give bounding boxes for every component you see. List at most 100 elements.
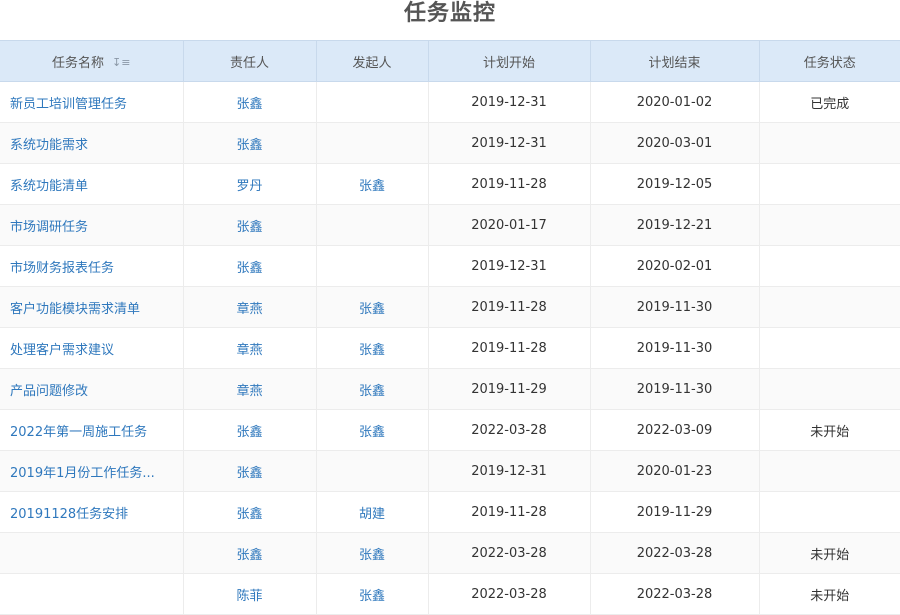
table-row[interactable]: 2019年1月份工作任务... 张鑫 2019-12-31 2020-01-23	[0, 450, 900, 492]
status-cell	[759, 286, 900, 328]
plan-end-cell: 2022-03-28	[590, 573, 760, 615]
table-row[interactable]: 新员工培训管理任务 张鑫 2019-12-31 2020-01-02 已完成	[0, 81, 900, 123]
table-row[interactable]: 处理客户需求建议 章燕 张鑫 2019-11-28 2019-11-30	[0, 327, 900, 369]
task-name-link[interactable]: 新员工培训管理任务	[0, 81, 184, 123]
owner-link[interactable]: 罗丹	[183, 163, 317, 205]
column-header-label: 计划开始	[482, 55, 535, 71]
column-header-task-name[interactable]: 任务名称 ↧≡	[0, 40, 184, 82]
plan-start-cell: 2022-03-28	[428, 573, 591, 615]
initiator-link[interactable]: 张鑫	[316, 532, 429, 574]
task-name-link[interactable]: 2019年1月份工作任务...	[0, 450, 184, 492]
page-title: 任务监控	[403, 1, 496, 26]
initiator-link[interactable]: 张鑫	[316, 163, 429, 205]
initiator-link[interactable]: 张鑫	[316, 409, 429, 451]
status-cell	[759, 491, 900, 533]
table-row[interactable]: 产品问题修改 章燕 张鑫 2019-11-29 2019-11-30	[0, 368, 900, 410]
table-header: 任务名称 ↧≡ 责任人 发起人 计划开始 计划结束 任务状态	[0, 40, 900, 82]
status-cell: 未开始	[759, 573, 900, 615]
owner-link[interactable]: 张鑫	[183, 122, 317, 164]
column-header-plan-end[interactable]: 计划结束	[590, 40, 760, 82]
status-cell	[759, 368, 900, 410]
status-cell: 未开始	[759, 532, 900, 574]
table-row[interactable]: 市场调研任务 张鑫 2020-01-17 2019-12-21	[0, 204, 900, 246]
status-cell	[759, 450, 900, 492]
task-name-link[interactable]: 系统功能需求	[0, 122, 184, 164]
owner-link[interactable]: 张鑫	[183, 532, 317, 574]
plan-end-cell: 2020-01-23	[590, 450, 760, 492]
table-row[interactable]: 2022年第一周施工任务 张鑫 张鑫 2022-03-28 2022-03-09 未开始	[0, 409, 900, 451]
task-name-link[interactable]: 市场调研任务	[0, 204, 184, 246]
owner-link[interactable]: 张鑫	[183, 81, 317, 123]
status-cell	[759, 122, 900, 164]
status-cell	[759, 245, 900, 287]
owner-link[interactable]: 张鑫	[183, 491, 317, 533]
initiator-link[interactable]: 张鑫	[316, 327, 429, 369]
task-name-link[interactable]: 系统功能清单	[0, 163, 184, 205]
plan-start-cell: 2020-01-17	[428, 204, 591, 246]
table-row[interactable]: 系统功能需求 张鑫 2019-12-31 2020-03-01	[0, 122, 900, 164]
initiator-link[interactable]: 张鑫	[316, 286, 429, 328]
table-row[interactable]: 20191128任务安排 张鑫 胡建 2019-11-28 2019-11-29	[0, 491, 900, 533]
owner-link[interactable]: 章燕	[183, 286, 317, 328]
task-name-link[interactable]	[0, 532, 184, 574]
plan-end-cell: 2019-11-30	[590, 368, 760, 410]
table-row[interactable]: 陈菲 张鑫 2022-03-28 2022-03-28 未开始	[0, 573, 900, 615]
task-name-link[interactable]: 产品问题修改	[0, 368, 184, 410]
plan-end-cell: 2020-01-02	[590, 81, 760, 123]
initiator-link[interactable]	[316, 81, 429, 123]
initiator-link[interactable]	[316, 122, 429, 164]
plan-start-cell: 2019-11-28	[428, 327, 591, 369]
plan-end-cell: 2019-11-30	[590, 327, 760, 369]
plan-end-cell: 2020-03-01	[590, 122, 760, 164]
table-row[interactable]: 市场财务报表任务 张鑫 2019-12-31 2020-02-01	[0, 245, 900, 287]
plan-start-cell: 2019-11-28	[428, 286, 591, 328]
owner-link[interactable]: 陈菲	[183, 573, 317, 615]
column-header-label: 计划结束	[648, 55, 701, 71]
initiator-link[interactable]	[316, 450, 429, 492]
owner-link[interactable]: 章燕	[183, 368, 317, 410]
header-row: 任务名称 ↧≡ 责任人 发起人 计划开始 计划结束 任务状态	[0, 40, 900, 82]
column-header-plan-start[interactable]: 计划开始	[428, 40, 591, 82]
column-header-owner[interactable]: 责任人	[183, 40, 317, 82]
task-name-link[interactable]: 处理客户需求建议	[0, 327, 184, 369]
table-row[interactable]: 客户功能模块需求清单 章燕 张鑫 2019-11-28 2019-11-30	[0, 286, 900, 328]
task-table: 任务名称 ↧≡ 责任人 发起人 计划开始 计划结束 任务状态 新员工培训管理任务张…	[0, 40, 900, 615]
status-cell: 未开始	[759, 409, 900, 451]
plan-end-cell: 2022-03-09	[590, 409, 760, 451]
initiator-link[interactable]: 张鑫	[316, 368, 429, 410]
column-header-status[interactable]: 任务状态	[759, 40, 900, 82]
plan-start-cell: 2022-03-28	[428, 532, 591, 574]
plan-start-cell: 2022-03-28	[428, 409, 591, 451]
task-name-link[interactable]: 20191128任务安排	[0, 491, 184, 533]
table-row[interactable]: 张鑫 张鑫 2022-03-28 2022-03-28 未开始	[0, 532, 900, 574]
owner-link[interactable]: 张鑫	[183, 450, 317, 492]
owner-link[interactable]: 张鑫	[183, 204, 317, 246]
task-name-link[interactable]: 2022年第一周施工任务	[0, 409, 184, 451]
task-name-link[interactable]	[0, 573, 184, 615]
initiator-link[interactable]: 胡建	[316, 491, 429, 533]
status-cell	[759, 163, 900, 205]
owner-link[interactable]: 章燕	[183, 327, 317, 369]
column-header-initiator[interactable]: 发起人	[316, 40, 429, 82]
task-name-link[interactable]: 客户功能模块需求清单	[0, 286, 184, 328]
plan-start-cell: 2019-11-28	[428, 491, 591, 533]
sort-descending-icon[interactable]: ↧≡	[112, 56, 130, 69]
initiator-link[interactable]: 张鑫	[316, 573, 429, 615]
plan-start-cell: 2019-12-31	[428, 450, 591, 492]
plan-start-cell: 2019-11-28	[428, 163, 591, 205]
owner-link[interactable]: 张鑫	[183, 409, 317, 451]
column-header-label: 责任人	[229, 55, 269, 71]
owner-link[interactable]: 张鑫	[183, 245, 317, 287]
column-header-label: 任务名称	[52, 55, 105, 71]
status-cell	[759, 204, 900, 246]
column-header-label: 发起人	[352, 55, 392, 71]
plan-end-cell: 2019-12-05	[590, 163, 760, 205]
column-header-label: 任务状态	[803, 55, 856, 71]
table-row[interactable]: 系统功能清单 罗丹 张鑫 2019-11-28 2019-12-05	[0, 163, 900, 205]
table-body: 新员工培训管理任务 张鑫 2019-12-31 2020-01-02 已完成 系统功能需求…	[0, 81, 900, 615]
task-name-link[interactable]: 市场财务报表任务	[0, 245, 184, 287]
plan-end-cell: 2019-11-29	[590, 491, 760, 533]
plan-end-cell: 2020-02-01	[590, 245, 760, 287]
initiator-link[interactable]	[316, 204, 429, 246]
initiator-link[interactable]	[316, 245, 429, 287]
